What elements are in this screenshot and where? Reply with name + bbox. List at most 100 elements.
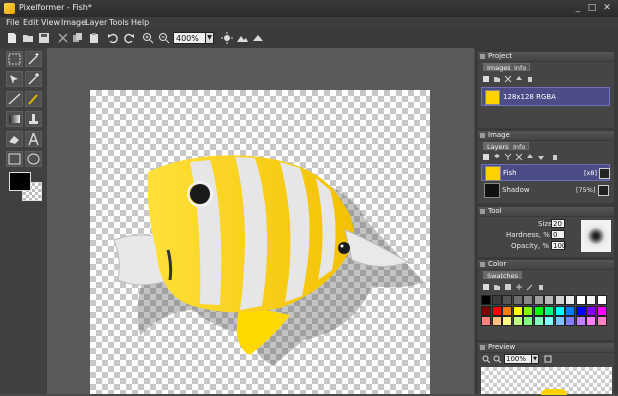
color-swatch[interactable] [523, 316, 533, 326]
chevron-down-icon[interactable]: ▼ [531, 354, 539, 364]
color-swatch[interactable] [491, 295, 502, 305]
rect-select-tool[interactable] [6, 51, 23, 67]
color-swatch[interactable] [554, 295, 565, 305]
color-swatch[interactable] [554, 305, 565, 316]
eyedropper-tool[interactable] [25, 71, 42, 87]
new-file-icon[interactable] [6, 32, 18, 44]
primary-color-front[interactable] [9, 172, 31, 191]
layer-visibility-icon[interactable] [598, 185, 609, 196]
redo-icon[interactable] [123, 32, 135, 44]
color-swatch[interactable] [491, 305, 502, 316]
brush-tool[interactable] [25, 91, 42, 107]
layer-visibility-icon[interactable] [599, 168, 610, 179]
tool-panel-header[interactable]: Tool [478, 207, 614, 216]
color-swatch[interactable] [596, 316, 607, 326]
color-swatch[interactable] [512, 305, 523, 316]
color-swatch[interactable] [586, 295, 596, 305]
text-tool[interactable] [25, 131, 42, 147]
copy-icon[interactable] [72, 32, 84, 44]
color-panel-header[interactable]: Color [478, 260, 614, 269]
eraser-tool[interactable] [6, 131, 23, 147]
add-color-icon[interactable] [515, 283, 523, 291]
size-input[interactable]: 20 [551, 219, 565, 228]
color-swatch[interactable] [481, 305, 491, 316]
color-swatch[interactable] [565, 305, 575, 316]
ellipse-tool[interactable] [25, 151, 42, 167]
color-swatch[interactable] [565, 316, 575, 326]
new-layer-icon[interactable] [482, 153, 490, 161]
merge-icon[interactable] [504, 153, 512, 161]
layer-row-shadow[interactable]: Shadow [75%] [481, 182, 610, 199]
color-swatch[interactable] [544, 305, 554, 316]
color-swatch[interactable] [575, 305, 586, 316]
cut-icon[interactable] [57, 32, 69, 44]
gradient-tool[interactable] [6, 111, 23, 127]
chevron-down-icon[interactable]: ▼ [205, 32, 214, 44]
color-swatch[interactable] [502, 316, 512, 326]
menu-edit[interactable]: Edit [23, 17, 39, 29]
color-swatch[interactable] [512, 295, 523, 305]
save-swatches-icon[interactable] [504, 283, 512, 291]
minimize-button[interactable]: _ [572, 3, 584, 14]
fit-preview-icon[interactable] [544, 355, 552, 363]
layers-icon[interactable] [493, 153, 501, 161]
preview-panel-header[interactable]: Preview [478, 343, 614, 352]
color-swatch[interactable] [565, 295, 575, 305]
color-swatch[interactable] [481, 295, 491, 305]
save-icon[interactable] [38, 32, 50, 44]
delete-icon[interactable] [526, 75, 534, 83]
delete-swatch-icon[interactable] [537, 283, 545, 291]
menu-help[interactable]: Help [131, 17, 149, 29]
color-swatch[interactable] [575, 316, 586, 326]
color-swatch[interactable] [544, 316, 554, 326]
menu-image[interactable]: Image [61, 17, 86, 29]
color-swatch[interactable] [554, 316, 565, 326]
menu-view[interactable]: View [41, 17, 60, 29]
paste-icon[interactable] [88, 32, 100, 44]
color-swatch[interactable] [533, 316, 544, 326]
color-swatch[interactable] [533, 295, 544, 305]
color-swatch[interactable] [544, 295, 554, 305]
color-swatch[interactable] [586, 316, 596, 326]
color-swatch[interactable] [575, 295, 586, 305]
zoom-in-icon[interactable] [482, 355, 490, 363]
open-image-icon[interactable] [493, 75, 501, 83]
hardness-input[interactable]: 0 [551, 230, 565, 239]
color-swatch[interactable] [481, 316, 491, 326]
color-swatch[interactable] [512, 316, 523, 326]
move-tool[interactable] [6, 71, 23, 87]
maximize-button[interactable]: □ [586, 3, 598, 14]
layer-row-fish[interactable]: Fish [x8] [481, 164, 610, 181]
color-swatch[interactable] [502, 295, 512, 305]
menu-file[interactable]: File [6, 17, 19, 29]
stamp-tool[interactable] [25, 111, 42, 127]
duplicate-layer-icon[interactable] [515, 153, 523, 161]
edit-color-icon[interactable] [526, 283, 534, 291]
image-list-item[interactable]: 128x128 RGBA [481, 87, 610, 106]
tab-project-info[interactable]: Info [510, 63, 531, 72]
color-swatch[interactable] [502, 305, 512, 316]
delete-layer-icon[interactable] [551, 153, 559, 161]
color-swatch[interactable] [523, 305, 533, 316]
layer-down-icon[interactable] [537, 153, 545, 161]
preview-zoom-input[interactable]: 100% [504, 354, 532, 364]
color-swatch[interactable] [596, 305, 607, 316]
swatch-grid[interactable] [481, 295, 611, 335]
zoom-out-icon[interactable] [493, 355, 501, 363]
tab-swatches[interactable]: Swatches [483, 271, 523, 280]
color-swatch[interactable] [491, 316, 502, 326]
image-panel-header[interactable]: Image [478, 131, 614, 140]
rectangle-tool[interactable] [6, 151, 23, 167]
new-swatch-icon[interactable] [482, 283, 490, 291]
adjust-icon[interactable] [221, 32, 233, 44]
zoom-out-icon[interactable] [158, 32, 170, 44]
zoom-level-input[interactable]: 400% [173, 32, 206, 44]
color-swatch[interactable] [523, 295, 533, 305]
landscape-icon[interactable] [252, 32, 264, 44]
menu-tools[interactable]: Tools [109, 17, 129, 29]
menu-layer[interactable]: Layer [85, 17, 107, 29]
open-swatches-icon[interactable] [493, 283, 501, 291]
image-canvas[interactable] [90, 90, 430, 394]
tab-image-info[interactable]: Info [509, 142, 530, 151]
opacity-input[interactable]: 100 [551, 241, 566, 250]
